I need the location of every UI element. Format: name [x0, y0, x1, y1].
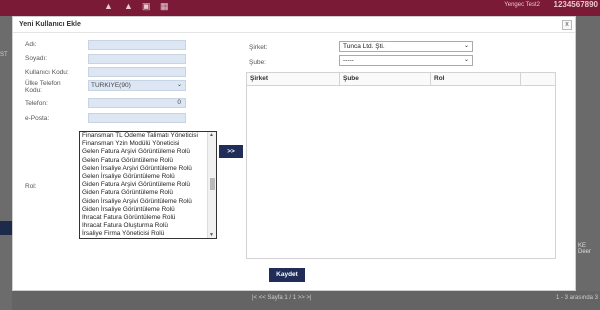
grid-column-branch[interactable]: Şube	[340, 73, 431, 86]
add-user-dialog: Yeni Kullanıcı Ekle x Adı: Soyadı: Kulla…	[12, 16, 576, 291]
branch-label: Şube:	[249, 59, 266, 66]
background-right-panel: KE Deer	[576, 16, 600, 310]
inbox-icon[interactable]: ▣	[142, 1, 151, 12]
surname-label: Soyadı:	[25, 55, 48, 62]
role-scrollbar[interactable]: ▲ ▼	[207, 132, 216, 238]
role-option[interactable]: Gelen Fatura Arşivi Görüntüleme Rolü	[82, 148, 206, 156]
user-number: 1234567890	[553, 0, 599, 9]
chevron-down-icon: ⌄	[463, 43, 469, 49]
background-left-panel: ST	[0, 16, 12, 310]
phone-code-label: Ülke Telefon Kodu:	[25, 80, 61, 94]
role-option[interactable]: Finansman TL Ödeme Talimatı Yöneticisi	[82, 132, 206, 140]
user-name[interactable]: Yengec Test2	[504, 2, 540, 8]
username-field[interactable]	[88, 67, 186, 77]
phone-label: Telefon:	[25, 100, 48, 107]
dialog-title: Yeni Kullanıcı Ekle	[19, 21, 81, 28]
scroll-down-icon[interactable]: ▼	[209, 232, 214, 238]
grid-icon[interactable]: ▦	[160, 1, 169, 12]
role-option[interactable]: Finansman Yzin Modülü Yöneticisi	[82, 140, 206, 148]
assigned-roles-grid: Şirket Şube Rol	[246, 72, 556, 259]
chevron-down-icon: ⌄	[176, 82, 182, 88]
chevron-down-icon: ⌄	[463, 57, 469, 63]
grid-column-role[interactable]: Rol	[431, 73, 521, 86]
name-field[interactable]	[88, 40, 186, 50]
company-value: Tunca Ltd. Şti.	[343, 43, 385, 50]
background-pager-bar: |< << Sayfa 1 / 1 >> >| 1 - 3 arasında 3	[12, 291, 600, 310]
role-option[interactable]: Giden İrsaliye Görüntüleme Rolü	[82, 206, 206, 214]
branch-value: -----	[343, 57, 354, 64]
role-listbox[interactable]: Finansman TL Ödeme Talimatı Yöneticisi Fi…	[79, 131, 217, 239]
company-select[interactable]: Tunca Ltd. Şti. ⌄	[339, 41, 473, 52]
scroll-up-icon[interactable]: ▲	[209, 132, 214, 138]
name-label: Adı:	[25, 41, 37, 48]
background-tag: ST	[0, 52, 8, 58]
phone-code-value: TURKIYE(90)	[91, 82, 131, 89]
bell-icon[interactable]: ▲	[104, 1, 113, 11]
background-block	[0, 221, 12, 235]
close-icon[interactable]: x	[562, 20, 572, 30]
username-label: Kullanıcı Kodu:	[25, 69, 69, 76]
add-role-button[interactable]: >>	[219, 145, 243, 158]
role-option[interactable]: İrsaliye Firma Yöneticisi Rolü	[82, 230, 206, 238]
role-option[interactable]: Gelen İrsaliye Arşivi Görüntüleme Rolü	[82, 165, 206, 173]
background-text: KE Deer	[578, 243, 592, 255]
role-label: Rol:	[25, 183, 37, 190]
role-option[interactable]: Gelen Fatura Görüntüleme Rolü	[82, 157, 206, 165]
grid-header: Şirket Şube Rol	[247, 73, 555, 86]
role-options: Finansman TL Ödeme Talimatı Yöneticisi Fi…	[82, 132, 206, 238]
role-option[interactable]: Ihracat Fatura Görüntüleme Rolü	[82, 214, 206, 222]
role-option[interactable]: Giden İrsaliye Arşivi Görüntüleme Rolü	[82, 198, 206, 206]
role-option[interactable]: Gelen İrsaliye Görüntüleme Rolü	[82, 173, 206, 181]
pager-summary: 1 - 3 arasında 3	[555, 295, 598, 301]
role-option[interactable]: Giden Fatura Görüntüleme Rolü	[82, 189, 206, 197]
surname-field[interactable]	[88, 54, 186, 64]
save-button[interactable]: Kaydet	[269, 268, 305, 282]
bell-icon[interactable]: ▲	[124, 1, 133, 11]
scroll-thumb[interactable]	[210, 178, 215, 190]
grid-column-company[interactable]: Şirket	[247, 73, 340, 86]
phone-field[interactable]: 0	[88, 98, 186, 108]
email-label: e-Posta:	[25, 115, 50, 122]
phone-code-select[interactable]: TURKIYE(90) ⌄	[88, 80, 186, 91]
app-topbar: ▲ ▲ ▣ ▦ Yengec Test2 1234567890	[0, 0, 600, 16]
dialog-header: Yeni Kullanıcı Ekle x	[13, 17, 575, 33]
branch-select[interactable]: ----- ⌄	[339, 55, 473, 66]
pager[interactable]: |< << Sayfa 1 / 1 >> >|	[252, 295, 312, 301]
email-field[interactable]	[88, 113, 186, 123]
company-label: Şirket:	[249, 44, 268, 51]
role-option[interactable]: Giden Fatura Arşivi Görüntüleme Rolü	[82, 181, 206, 189]
